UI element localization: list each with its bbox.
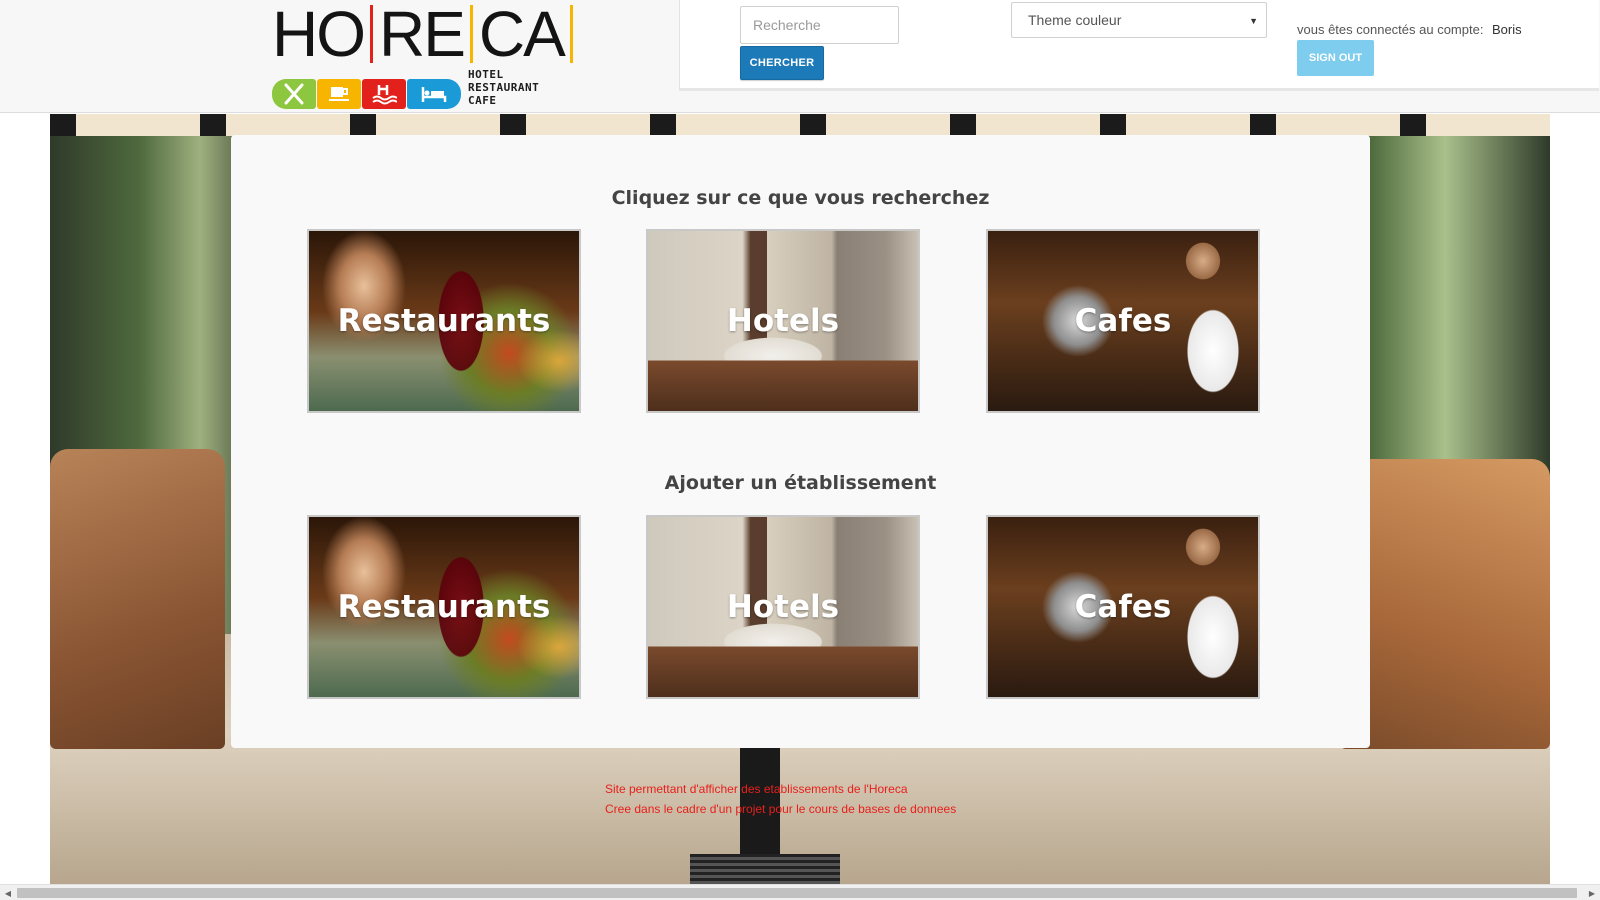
scroll-left-arrow-icon[interactable]: ◀ [1,886,15,900]
tile-add-cafe[interactable]: Cafes [986,515,1260,699]
logo-word-ca: CA [478,0,566,70]
tile-add-restaurant[interactable]: Restaurants [307,515,581,699]
add-section-title: Ajouter un établissement [664,472,937,494]
search-section-title: Cliquez sur ce que vous recherchez [611,187,990,209]
tile-label: Cafes [1074,303,1172,339]
logo-tagline: HOTEL RESTAURANT CAFE [468,68,539,107]
chair-left [50,449,225,749]
tile-add-hotel[interactable]: Hotels [646,515,920,699]
search-input[interactable] [740,6,899,44]
account-label: vous êtes connectés au compte: [1297,22,1484,37]
logo-word-re: RE [379,0,466,70]
scroll-right-arrow-icon[interactable]: ▶ [1585,886,1599,900]
horizontal-scrollbar[interactable]: ◀ ▶ [0,884,1600,900]
logo-divider-red [370,5,373,63]
logo-icon-strip [272,79,462,109]
pool-icon [362,79,406,109]
scrollbar-thumb[interactable] [17,888,1577,898]
tile-search-hotels[interactable]: Hotels [646,229,920,413]
horeca-logo[interactable]: HO RE CA HOTEL RESTAURANT CAFE [272,2,573,109]
chair-right [1340,459,1550,749]
logo-tagline-restaurant: RESTAURANT [468,81,540,94]
bed-icon [407,79,461,109]
logo-wordmark: HO RE CA [272,0,579,70]
theme-color-select[interactable]: Theme couleur ▼ [1011,2,1267,38]
logo-tagline-cafe: CAFE [468,94,497,107]
tile-search-cafes[interactable]: Cafes [986,229,1260,413]
tile-label: Hotels [726,303,840,339]
footer-credits: Cree dans le cadre d'un projet pour le c… [605,802,957,816]
table-base [690,854,840,884]
tile-search-restaurants[interactable]: Restaurants [307,229,581,413]
coffee-cup-icon [317,79,361,109]
cutlery-icon [272,79,316,109]
main-panel: Cliquez sur ce que vous recherchez Resta… [231,135,1370,748]
tile-label: Cafes [1074,589,1172,625]
logo-word-ho: HO [272,0,366,70]
account-username: Boris [1492,22,1522,37]
logo-divider-yellow [469,5,473,63]
sign-out-button[interactable]: SIGN OUT [1297,40,1374,76]
logo-tagline-hotel: HOTEL [468,68,504,81]
theme-select-value: Theme couleur [1028,12,1122,28]
site-header: HO RE CA HOTEL RESTAURANT CAFE Recherche… [0,0,1600,113]
tile-label: Hotels [726,589,840,625]
tile-label: Restaurants [337,303,551,339]
ceiling-beams [50,114,1550,136]
chevron-down-icon: ▼ [1249,16,1258,26]
footer-description: Site permettant d'afficher des etablisse… [605,782,908,796]
logo-divider-yellow-end [569,5,573,63]
tile-label: Restaurants [337,589,551,625]
search-button[interactable]: CHERCHER [740,46,824,80]
